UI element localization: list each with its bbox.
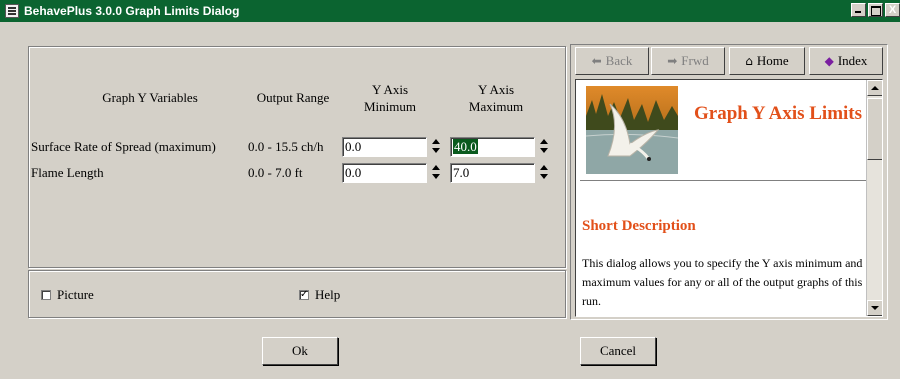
ymin-field-flame-length[interactable]: 0.0 [342, 163, 427, 183]
cancel-button[interactable]: Cancel [580, 337, 656, 365]
forward-button[interactable]: ➡ Frwd [651, 47, 725, 75]
picture-checkbox[interactable]: Picture [41, 287, 94, 303]
spin-up-icon[interactable] [537, 137, 552, 147]
row-range-flame-length: 0.0 - 7.0 ft [248, 165, 303, 180]
window-title: BehavePlus 3.0.0 Graph Limits Dialog [24, 4, 240, 18]
spin-up-icon[interactable] [429, 163, 444, 173]
home-label: Home [756, 53, 789, 68]
help-scrollbar[interactable] [866, 80, 882, 316]
home-icon: ⌂ [745, 54, 753, 68]
options-panel: Picture ✓ Help [28, 270, 566, 318]
help-panel: ⬅ Back ➡ Frwd ⌂ Home ◆ Index Graph Y Axi… [570, 44, 888, 320]
ymax-spinner-surface-rate[interactable] [537, 137, 552, 157]
index-label: Index [837, 53, 868, 68]
ymax-field-flame-length[interactable]: 7.0 [450, 163, 535, 183]
help-title: Graph Y Axis Limits [694, 103, 863, 124]
help-description: This dialog allows you to specify the Y … [582, 256, 863, 308]
spin-down-icon[interactable] [537, 173, 552, 183]
header-graph-variables: Graph Y Variables [102, 90, 198, 105]
ymax-spinner-flame-length[interactable] [537, 163, 552, 183]
spin-down-icon[interactable] [537, 147, 552, 157]
picture-checkbox-box[interactable] [41, 290, 51, 300]
ymin-stepper-surface-rate[interactable]: 0.0 [342, 137, 444, 157]
limits-panel: Graph Y Variables Output Range Y Axis Mi… [28, 46, 566, 268]
help-subtitle: Short Description [582, 218, 696, 234]
ok-button[interactable]: Ok [262, 337, 338, 365]
row-variable-flame-length: Flame Length [31, 165, 104, 180]
help-label: Help [315, 287, 341, 302]
minimize-button[interactable] [851, 3, 866, 17]
help-checkbox[interactable]: ✓ Help [299, 287, 340, 303]
row-range-surface-rate: 0.0 - 15.5 ch/h [248, 139, 324, 154]
spin-up-icon[interactable] [537, 163, 552, 173]
window-controls: X [851, 3, 900, 17]
header-y-axis-minimum: Y Axis Minimum [363, 82, 416, 114]
ymin-field-surface-rate[interactable]: 0.0 [342, 137, 427, 157]
index-button[interactable]: ◆ Index [809, 47, 883, 75]
spin-down-icon[interactable] [429, 173, 444, 183]
close-button[interactable]: X [885, 3, 900, 17]
swan-picture [586, 86, 678, 174]
forward-label: Frwd [681, 53, 709, 68]
home-button[interactable]: ⌂ Home [729, 47, 805, 75]
spin-down-icon[interactable] [429, 147, 444, 157]
back-arrow-icon: ⬅ [591, 54, 602, 68]
back-label: Back [605, 53, 633, 68]
spin-up-icon[interactable] [429, 137, 444, 147]
app-icon [5, 4, 19, 18]
scroll-down-icon[interactable] [867, 300, 882, 316]
ymax-field-surface-rate[interactable]: 40.0 [450, 137, 535, 157]
ymax-selected-text: 40.0 [453, 139, 478, 154]
book-icon: ◆ [824, 54, 834, 68]
forward-arrow-icon: ➡ [667, 54, 678, 68]
scroll-thumb[interactable] [867, 98, 882, 160]
ymin-stepper-flame-length[interactable]: 0.0 [342, 163, 444, 183]
title-bar: BehavePlus 3.0.0 Graph Limits Dialog X [0, 0, 900, 22]
maximize-button[interactable] [868, 3, 883, 17]
header-y-axis-maximum: Y Axis Maximum [468, 82, 524, 114]
help-content-view: Graph Y Axis Limits Short Description Th… [575, 79, 883, 317]
ymax-stepper-flame-length[interactable]: 7.0 [450, 163, 552, 183]
row-variable-surface-rate: Surface Rate of Spread (maximum) [31, 139, 216, 154]
ymax-stepper-surface-rate[interactable]: 40.0 [450, 137, 552, 157]
scroll-up-icon[interactable] [867, 80, 882, 96]
ymin-spinner-flame-length[interactable] [429, 163, 444, 183]
back-button[interactable]: ⬅ Back [575, 47, 649, 75]
help-divider [580, 180, 866, 181]
swan-image [586, 86, 678, 174]
ymin-spinner-surface-rate[interactable] [429, 137, 444, 157]
help-checkbox-box[interactable]: ✓ [299, 290, 309, 300]
picture-label: Picture [57, 287, 94, 302]
header-output-range: Output Range [256, 90, 330, 105]
